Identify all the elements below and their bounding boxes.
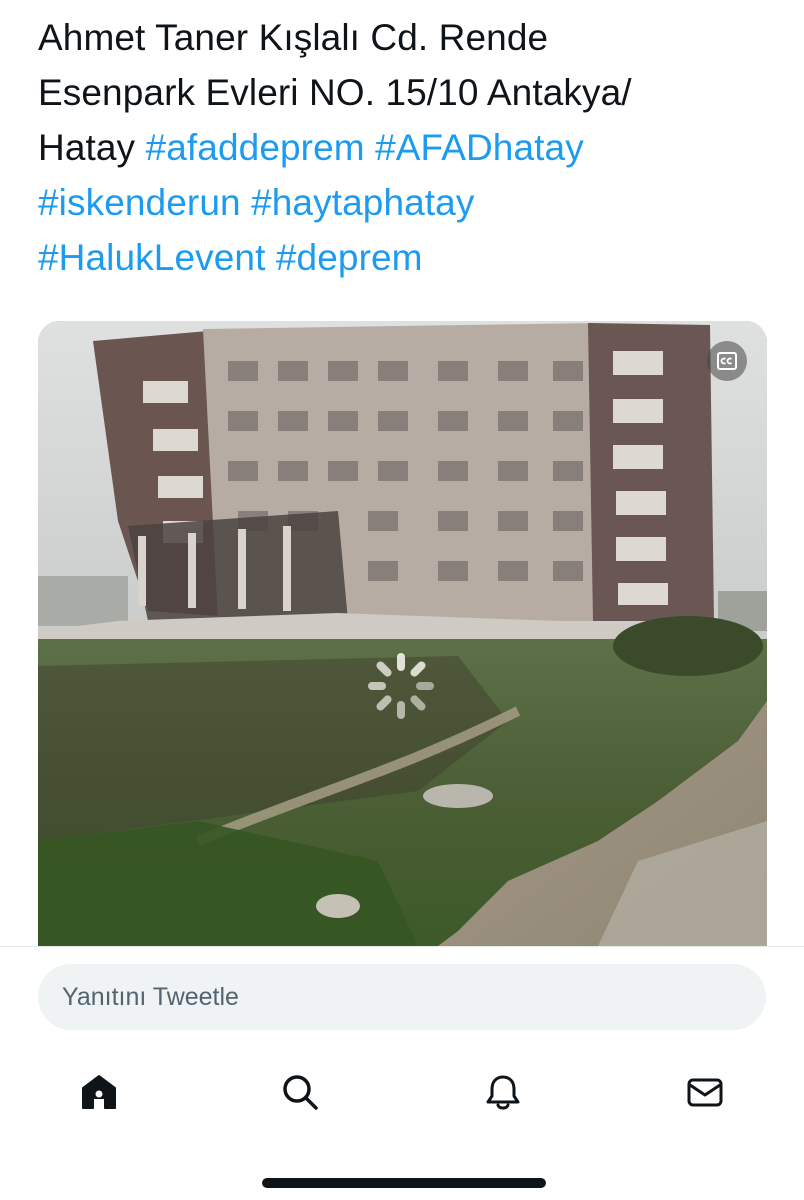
tweet-text-line-3: Hatay #afaddeprem #AFADhatay (38, 120, 778, 175)
hashtag-link[interactable]: #iskenderun (38, 182, 241, 223)
reply-placeholder: Yanıtını Tweetle (62, 982, 239, 1011)
search-icon[interactable] (275, 1067, 325, 1117)
tweet-text-plain: Hatay (38, 127, 136, 168)
home-indicator[interactable] (262, 1178, 546, 1188)
home-icon-graphic (82, 1075, 116, 1109)
tweet-video[interactable] (38, 321, 767, 946)
tweet-text-line-5: #HalukLevent #deprem (38, 230, 778, 285)
hashtag-link[interactable]: #haytaphatay (251, 182, 474, 223)
loading-spinner-graphic (368, 653, 434, 719)
hashtag-link[interactable]: #deprem (276, 237, 423, 278)
tweet-text-line-4: #iskenderun #haytaphatay (38, 175, 778, 230)
closed-captions-icon-graphic (717, 352, 737, 370)
search-icon-graphic (283, 1075, 318, 1110)
tweet-text-line-1: Ahmet Taner Kışlalı Cd. Rende (38, 17, 549, 58)
reply-input[interactable]: Yanıtını Tweetle (38, 964, 766, 1030)
bottom-tab-bar (0, 1055, 804, 1135)
hashtag-link[interactable]: #afaddeprem (146, 127, 365, 168)
messages-icon-graphic (687, 1078, 723, 1107)
divider (0, 946, 804, 947)
tweet-text-line-2: Esenpark Evleri NO. 15/10 Antakya/ (38, 72, 632, 113)
notifications-icon[interactable] (478, 1067, 528, 1117)
loading-spinner-icon (366, 651, 436, 721)
tweet-text: Ahmet Taner Kışlalı Cd. Rende Esenpark E… (38, 10, 778, 285)
hashtag-link[interactable]: #AFADhatay (375, 127, 584, 168)
video-frame (38, 321, 767, 946)
hashtag-link[interactable]: #HalukLevent (38, 237, 265, 278)
home-icon[interactable] (74, 1067, 124, 1117)
notifications-icon-graphic (486, 1075, 520, 1110)
messages-icon[interactable] (680, 1067, 730, 1117)
closed-captions-icon[interactable] (707, 341, 747, 381)
